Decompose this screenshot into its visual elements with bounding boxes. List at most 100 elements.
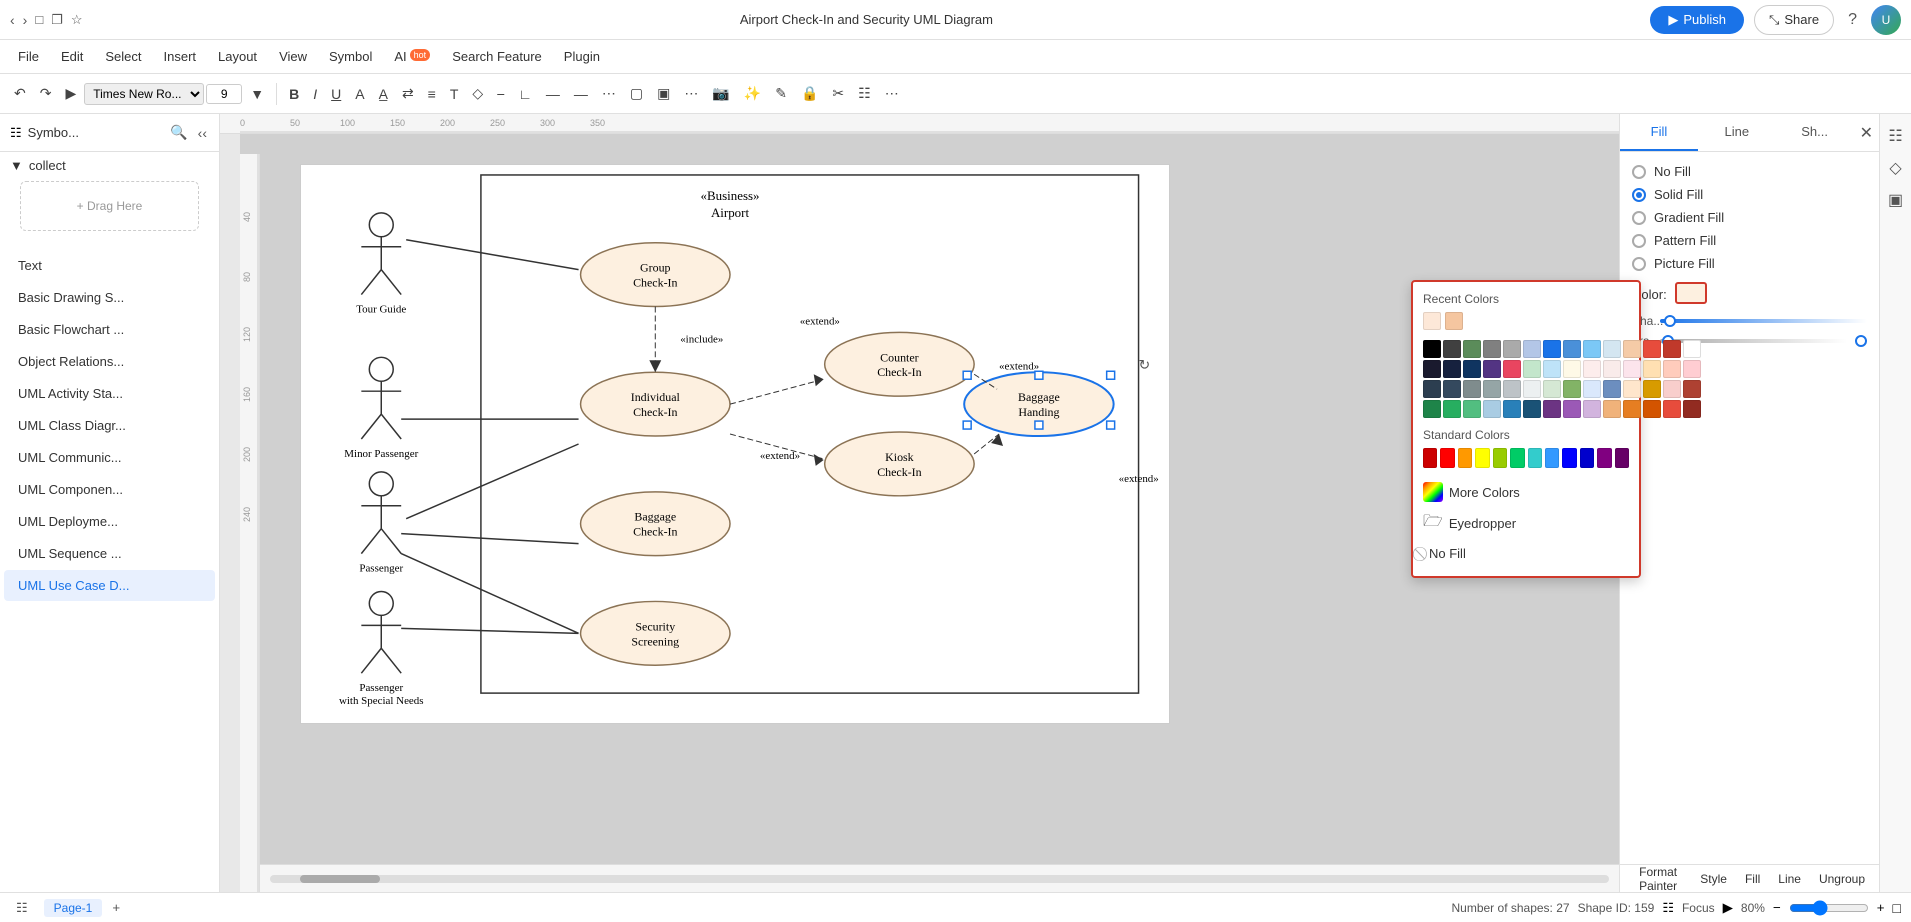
drag-area[interactable]: + Drag Here: [20, 181, 199, 231]
right-panel-close-button[interactable]: ✕: [1854, 117, 1879, 149]
cg-r3-14[interactable]: [1683, 380, 1701, 398]
italic-button[interactable]: I: [307, 82, 323, 106]
fill-option-gradient[interactable]: Gradient Fill: [1632, 210, 1867, 225]
sidebar-collapse-button[interactable]: ‹‹: [196, 123, 209, 143]
cg-r3-6[interactable]: [1523, 380, 1541, 398]
cg-r2-3[interactable]: [1463, 360, 1481, 378]
recent-color-2[interactable]: [1445, 312, 1463, 330]
cursor-button[interactable]: ▶: [59, 81, 82, 106]
focus-icon[interactable]: ▶: [1723, 900, 1733, 916]
cg-r4-7[interactable]: [1543, 400, 1561, 418]
cg-r2-10[interactable]: [1603, 360, 1621, 378]
fill-option-no-fill[interactable]: No Fill: [1632, 164, 1867, 179]
font-family-select[interactable]: Times New Ro...: [84, 83, 204, 105]
fill-option-pattern[interactable]: Pattern Fill: [1632, 233, 1867, 248]
fill-button[interactable]: Fill: [1739, 869, 1766, 889]
cg-r2-11[interactable]: [1623, 360, 1641, 378]
indent-button[interactable]: ≡: [422, 82, 442, 106]
color-grid-3[interactable]: [1483, 340, 1501, 358]
cg-r3-10[interactable]: [1603, 380, 1621, 398]
line-style2-button[interactable]: ―: [568, 82, 594, 106]
add-page-button[interactable]: +: [112, 900, 120, 915]
sidebar-item-text[interactable]: Text: [4, 250, 215, 281]
scrollbar-thumb[interactable]: [300, 875, 380, 883]
edit-button[interactable]: ✎: [769, 81, 793, 106]
menu-edit[interactable]: Edit: [51, 45, 93, 68]
lock-button[interactable]: 🔒: [795, 81, 824, 106]
color-grid-5[interactable]: [1523, 340, 1541, 358]
more2-button[interactable]: ⋯: [879, 81, 905, 106]
cg-r2-13[interactable]: [1663, 360, 1681, 378]
std-12[interactable]: [1615, 448, 1629, 468]
sidebar-item-object-relations[interactable]: Object Relations...: [4, 346, 215, 377]
sidebar-search-button[interactable]: 🔍: [168, 122, 189, 143]
cg-r3-11[interactable]: [1623, 380, 1641, 398]
menu-select[interactable]: Select: [95, 45, 151, 68]
undo-button[interactable]: ↶: [8, 81, 32, 106]
std-9[interactable]: [1562, 448, 1576, 468]
shape-button[interactable]: ▢: [624, 81, 649, 106]
std-6[interactable]: [1510, 448, 1524, 468]
std-1[interactable]: [1423, 448, 1437, 468]
share-button[interactable]: ⤡ Share: [1754, 5, 1834, 35]
color-black[interactable]: [1423, 340, 1441, 358]
menu-layout[interactable]: Layout: [208, 45, 267, 68]
cg-r2-1[interactable]: [1423, 360, 1441, 378]
cg-r3-4[interactable]: [1483, 380, 1501, 398]
sidebar-item-uml-sequence[interactable]: UML Sequence ...: [4, 538, 215, 569]
cg-r2-9[interactable]: [1583, 360, 1601, 378]
more-colors-row[interactable]: More Colors: [1423, 478, 1629, 506]
cg-r4-4[interactable]: [1483, 400, 1501, 418]
cg-r3-8[interactable]: [1563, 380, 1581, 398]
color-grid-10[interactable]: [1623, 340, 1641, 358]
fill-shape-button[interactable]: ◇: [466, 81, 489, 106]
cg-r4-3[interactable]: [1463, 400, 1481, 418]
diagram-canvas[interactable]: «Business» Airport Tour Guide Minor: [300, 164, 1170, 724]
line-style-button[interactable]: —: [540, 82, 566, 106]
std-2[interactable]: [1440, 448, 1454, 468]
cg-r4-13[interactable]: [1663, 400, 1681, 418]
cg-r2-7[interactable]: [1543, 360, 1561, 378]
tab-shape[interactable]: Sh...: [1776, 114, 1854, 151]
connector-button[interactable]: ∟: [512, 82, 538, 106]
cg-r3-2[interactable]: [1443, 380, 1461, 398]
back-button[interactable]: ‹: [10, 12, 15, 28]
cg-r3-13[interactable]: [1663, 380, 1681, 398]
std-11[interactable]: [1597, 448, 1611, 468]
magic-button[interactable]: ✨: [738, 81, 767, 106]
page-tab-1[interactable]: Page-1: [44, 899, 103, 917]
more1-button[interactable]: ⋯: [678, 81, 704, 106]
font-color-button[interactable]: A: [349, 82, 370, 106]
cg-r2-5[interactable]: [1503, 360, 1521, 378]
sidebar-item-uml-component[interactable]: UML Componen...: [4, 474, 215, 505]
sidebar-item-uml-activity[interactable]: UML Activity Sta...: [4, 378, 215, 409]
std-7[interactable]: [1528, 448, 1542, 468]
recent-color-1[interactable]: [1423, 312, 1441, 330]
cg-r2-4[interactable]: [1483, 360, 1501, 378]
eyedropper-row[interactable]: 🗁 Eyedropper: [1423, 506, 1629, 541]
cg-r4-6[interactable]: [1523, 400, 1541, 418]
underline-button[interactable]: U: [325, 82, 347, 106]
scissors-button[interactable]: ✂: [826, 81, 850, 106]
align-button[interactable]: ⇄: [396, 81, 420, 106]
std-3[interactable]: [1458, 448, 1472, 468]
sidebar-item-basic-flowchart[interactable]: Basic Flowchart ...: [4, 314, 215, 345]
cg-r4-5[interactable]: [1503, 400, 1521, 418]
color-grid-2[interactable]: [1463, 340, 1481, 358]
color-grid-9[interactable]: [1603, 340, 1621, 358]
no-fill-row[interactable]: ⃠ No Fill: [1423, 541, 1629, 566]
menu-search-feature[interactable]: Search Feature: [442, 45, 552, 68]
style-button[interactable]: Style: [1694, 869, 1733, 889]
sidebar-item-uml-class[interactable]: UML Class Diagr...: [4, 410, 215, 441]
zoom-out-button[interactable]: −: [1773, 900, 1781, 915]
font-size-input[interactable]: [206, 84, 242, 104]
ungroup-button[interactable]: Ungroup: [1813, 869, 1871, 889]
grid-view-button[interactable]: ☷: [10, 898, 34, 918]
text-bg-button[interactable]: A̲: [373, 82, 394, 106]
zoom-slider[interactable]: [1789, 900, 1869, 916]
panel-icon-3[interactable]: ▣: [1884, 186, 1907, 214]
fill-option-picture[interactable]: Picture Fill: [1632, 256, 1867, 271]
shade-slider[interactable]: [1660, 319, 1867, 323]
cg-r2-6[interactable]: [1523, 360, 1541, 378]
cg-r4-14[interactable]: [1683, 400, 1701, 418]
